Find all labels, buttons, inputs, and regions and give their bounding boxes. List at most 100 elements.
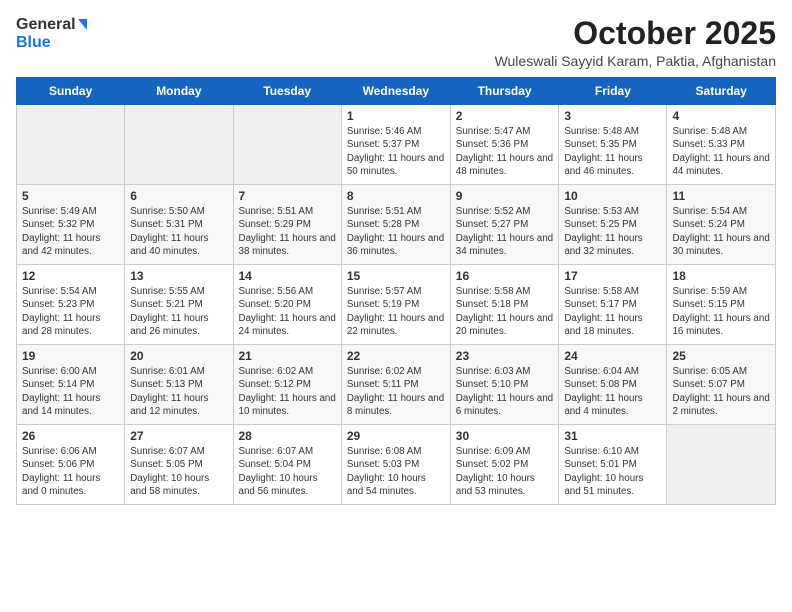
- page-header: General Blue October 2025 Wuleswali Sayy…: [16, 16, 776, 69]
- day-info: Sunrise: 6:06 AM Sunset: 5:06 PM Dayligh…: [22, 445, 119, 498]
- day-info: Sunrise: 6:03 AM Sunset: 5:10 PM Dayligh…: [456, 365, 554, 418]
- day-number: 26: [22, 429, 119, 443]
- calendar-cell: 23 Sunrise: 6:03 AM Sunset: 5:10 PM Dayli…: [450, 345, 559, 425]
- calendar-cell: 2 Sunrise: 5:47 AM Sunset: 5:36 PM Daylig…: [450, 105, 559, 185]
- header-friday: Friday: [559, 78, 667, 105]
- calendar-cell: 21Sunrise: 6:02 AM Sunset: 5:12 PM Dayli…: [233, 345, 341, 425]
- calendar-cell: 20 Sunrise: 6:01 AM Sunset: 5:13 PM Dayli…: [125, 345, 233, 425]
- day-info: Sunrise: 5:49 AM Sunset: 5:32 PM Dayligh…: [22, 205, 119, 258]
- day-info: Sunrise: 6:02 AM Sunset: 5:11 PM Dayligh…: [347, 365, 445, 418]
- day-number: 9: [456, 189, 554, 203]
- day-info: Sunrise: 6:01 AM Sunset: 5:13 PM Dayligh…: [130, 365, 227, 418]
- day-number: 7: [239, 189, 336, 203]
- calendar-cell: 3 Sunrise: 5:48 AM Sunset: 5:35 PM Daylig…: [559, 105, 667, 185]
- day-info: Sunrise: 5:52 AM Sunset: 5:27 PM Dayligh…: [456, 205, 554, 258]
- calendar-cell: 11 Sunrise: 5:54 AM Sunset: 5:24 PM Dayli…: [667, 185, 776, 265]
- day-info: Sunrise: 6:09 AM Sunset: 5:02 PM Dayligh…: [456, 445, 554, 498]
- calendar-cell: 16 Sunrise: 5:58 AM Sunset: 5:18 PM Dayli…: [450, 265, 559, 345]
- day-number: 17: [564, 269, 661, 283]
- calendar-cell: 8 Sunrise: 5:51 AM Sunset: 5:28 PM Daylig…: [341, 185, 450, 265]
- day-number: 20: [130, 349, 227, 363]
- day-info: Sunrise: 6:00 AM Sunset: 5:14 PM Dayligh…: [22, 365, 119, 418]
- calendar-cell: [667, 425, 776, 505]
- calendar-header-row: SundayMondayTuesdayWednesdayThursdayFrid…: [17, 78, 776, 105]
- day-info: Sunrise: 6:08 AM Sunset: 5:03 PM Dayligh…: [347, 445, 445, 498]
- day-number: 3: [564, 109, 661, 123]
- day-number: 16: [456, 269, 554, 283]
- day-info: Sunrise: 5:55 AM Sunset: 5:21 PM Dayligh…: [130, 285, 227, 338]
- header-wednesday: Wednesday: [341, 78, 450, 105]
- calendar-week-5: 26 Sunrise: 6:06 AM Sunset: 5:06 PM Dayli…: [17, 425, 776, 505]
- day-info: Sunrise: 5:48 AM Sunset: 5:35 PM Dayligh…: [564, 125, 661, 178]
- calendar-cell: 24 Sunrise: 6:04 AM Sunset: 5:08 PM Dayli…: [559, 345, 667, 425]
- header-thursday: Thursday: [450, 78, 559, 105]
- calendar-cell: [125, 105, 233, 185]
- day-number: 14: [239, 269, 336, 283]
- day-number: 13: [130, 269, 227, 283]
- day-number: 1: [347, 109, 445, 123]
- header-monday: Monday: [125, 78, 233, 105]
- calendar-cell: 6 Sunrise: 5:50 AM Sunset: 5:31 PM Daylig…: [125, 185, 233, 265]
- day-number: 18: [672, 269, 770, 283]
- day-info: Sunrise: 5:51 AM Sunset: 5:29 PM Dayligh…: [239, 205, 336, 258]
- day-number: 28: [239, 429, 336, 443]
- day-info: Sunrise: 6:10 AM Sunset: 5:01 PM Dayligh…: [564, 445, 661, 498]
- day-number: 27: [130, 429, 227, 443]
- day-number: 11: [672, 189, 770, 203]
- day-number: 31: [564, 429, 661, 443]
- day-info: Sunrise: 5:51 AM Sunset: 5:28 PM Dayligh…: [347, 205, 445, 258]
- day-number: 8: [347, 189, 445, 203]
- calendar-cell: 27 Sunrise: 6:07 AM Sunset: 5:05 PM Dayli…: [125, 425, 233, 505]
- day-info: Sunrise: 6:04 AM Sunset: 5:08 PM Dayligh…: [564, 365, 661, 418]
- header-saturday: Saturday: [667, 78, 776, 105]
- day-info: Sunrise: 5:47 AM Sunset: 5:36 PM Dayligh…: [456, 125, 554, 178]
- calendar-cell: 14Sunrise: 5:56 AM Sunset: 5:20 PM Dayli…: [233, 265, 341, 345]
- day-info: Sunrise: 5:58 AM Sunset: 5:18 PM Dayligh…: [456, 285, 554, 338]
- calendar-cell: [17, 105, 125, 185]
- header-tuesday: Tuesday: [233, 78, 341, 105]
- day-info: Sunrise: 5:59 AM Sunset: 5:15 PM Dayligh…: [672, 285, 770, 338]
- day-info: Sunrise: 6:07 AM Sunset: 5:05 PM Dayligh…: [130, 445, 227, 498]
- calendar-cell: 4 Sunrise: 5:48 AM Sunset: 5:33 PM Daylig…: [667, 105, 776, 185]
- day-number: 22: [347, 349, 445, 363]
- day-number: 6: [130, 189, 227, 203]
- day-info: Sunrise: 5:46 AM Sunset: 5:37 PM Dayligh…: [347, 125, 445, 178]
- title-block: October 2025 Wuleswali Sayyid Karam, Pak…: [495, 16, 776, 69]
- calendar-week-4: 19 Sunrise: 6:00 AM Sunset: 5:14 PM Dayli…: [17, 345, 776, 425]
- day-info: Sunrise: 5:48 AM Sunset: 5:33 PM Dayligh…: [672, 125, 770, 178]
- logo-blue-text: Blue: [16, 34, 51, 51]
- day-info: Sunrise: 6:05 AM Sunset: 5:07 PM Dayligh…: [672, 365, 770, 418]
- day-info: Sunrise: 5:58 AM Sunset: 5:17 PM Dayligh…: [564, 285, 661, 338]
- day-info: Sunrise: 5:50 AM Sunset: 5:31 PM Dayligh…: [130, 205, 227, 258]
- calendar-cell: 19 Sunrise: 6:00 AM Sunset: 5:14 PM Dayli…: [17, 345, 125, 425]
- calendar-cell: 22 Sunrise: 6:02 AM Sunset: 5:11 PM Dayli…: [341, 345, 450, 425]
- calendar-table: SundayMondayTuesdayWednesdayThursdayFrid…: [16, 77, 776, 505]
- logo-triangle-icon: [78, 19, 87, 30]
- header-sunday: Sunday: [17, 78, 125, 105]
- calendar-cell: 12Sunrise: 5:54 AM Sunset: 5:23 PM Dayli…: [17, 265, 125, 345]
- day-number: 4: [672, 109, 770, 123]
- day-number: 12: [22, 269, 119, 283]
- day-info: Sunrise: 5:54 AM Sunset: 5:24 PM Dayligh…: [672, 205, 770, 258]
- day-number: 21: [239, 349, 336, 363]
- logo-general-text: General: [16, 16, 76, 33]
- calendar-cell: 26 Sunrise: 6:06 AM Sunset: 5:06 PM Dayli…: [17, 425, 125, 505]
- calendar-cell: 18 Sunrise: 5:59 AM Sunset: 5:15 PM Dayli…: [667, 265, 776, 345]
- calendar-week-3: 12Sunrise: 5:54 AM Sunset: 5:23 PM Dayli…: [17, 265, 776, 345]
- calendar-cell: 13 Sunrise: 5:55 AM Sunset: 5:21 PM Dayli…: [125, 265, 233, 345]
- calendar-cell: 25 Sunrise: 6:05 AM Sunset: 5:07 PM Dayli…: [667, 345, 776, 425]
- day-number: 23: [456, 349, 554, 363]
- day-info: Sunrise: 5:57 AM Sunset: 5:19 PM Dayligh…: [347, 285, 445, 338]
- calendar-cell: 7 Sunrise: 5:51 AM Sunset: 5:29 PM Daylig…: [233, 185, 341, 265]
- calendar-cell: 30Sunrise: 6:09 AM Sunset: 5:02 PM Dayli…: [450, 425, 559, 505]
- calendar-cell: 17 Sunrise: 5:58 AM Sunset: 5:17 PM Dayli…: [559, 265, 667, 345]
- calendar-subtitle: Wuleswali Sayyid Karam, Paktia, Afghanis…: [495, 53, 776, 69]
- day-number: 2: [456, 109, 554, 123]
- calendar-cell: 1 Sunrise: 5:46 AM Sunset: 5:37 PM Daylig…: [341, 105, 450, 185]
- day-number: 24: [564, 349, 661, 363]
- day-number: 25: [672, 349, 770, 363]
- logo: General Blue: [16, 16, 89, 52]
- calendar-week-2: 5Sunrise: 5:49 AM Sunset: 5:32 PM Daylig…: [17, 185, 776, 265]
- calendar-cell: 28Sunrise: 6:07 AM Sunset: 5:04 PM Dayli…: [233, 425, 341, 505]
- day-number: 19: [22, 349, 119, 363]
